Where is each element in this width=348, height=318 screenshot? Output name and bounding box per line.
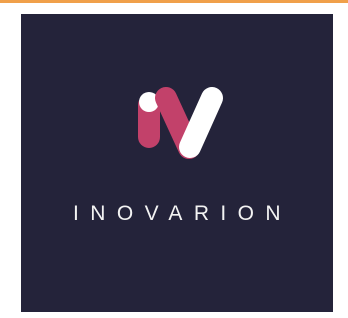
brand-wordmark: INOVARION — [73, 202, 292, 225]
v-right-stroke — [179, 87, 223, 158]
top-accent-line — [0, 0, 348, 3]
logo-card: INOVARION — [21, 14, 333, 312]
iv-monogram-icon — [138, 87, 223, 159]
